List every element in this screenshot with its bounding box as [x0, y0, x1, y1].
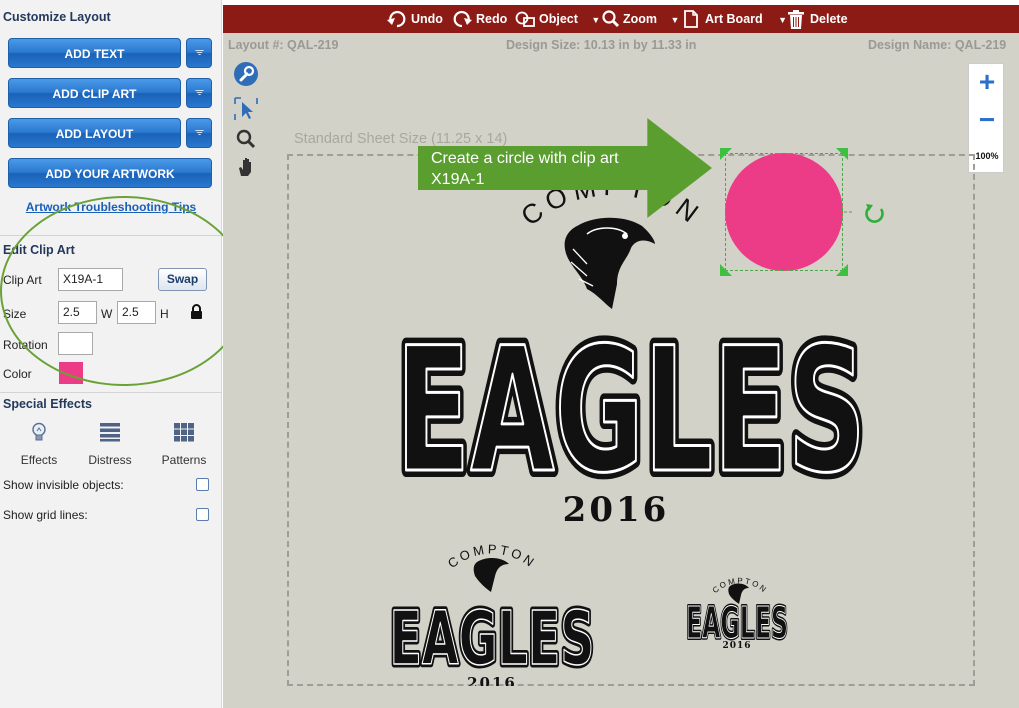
zoom-menu[interactable]: Zoom ▼	[601, 5, 679, 33]
add-clip-art-dropdown-button[interactable]	[186, 78, 212, 108]
chevron-down-icon: ▼	[591, 15, 601, 25]
trash-icon	[788, 10, 804, 29]
lightbulb-icon	[32, 422, 46, 441]
eagle-head-icon	[473, 558, 509, 592]
object-icon	[515, 11, 535, 27]
show-grid-label: Show grid lines:	[3, 508, 88, 522]
selection-handles[interactable]	[718, 146, 853, 281]
sheet-size-label: Standard Sheet Size (11.25 x 14)	[294, 131, 508, 147]
add-clip-art-button[interactable]: ADD CLIP ART	[8, 78, 181, 108]
color-label: Color	[3, 367, 32, 381]
zoom-icon	[602, 10, 620, 28]
divider	[0, 392, 222, 393]
add-your-artwork-button[interactable]: ADD YOUR ARTWORK	[8, 158, 212, 188]
rotate-handle-icon[interactable]	[864, 202, 886, 224]
add-layout-dropdown-button[interactable]	[186, 118, 212, 148]
art-board-icon	[684, 10, 698, 28]
toolbar: Undo Redo Object ▼ Zoom ▼ Art Board ▼ De…	[223, 5, 1019, 33]
patterns-label: Patterns	[161, 453, 207, 467]
undo-icon	[387, 10, 406, 28]
chevron-down-icon: ▼	[778, 15, 788, 25]
distress-button[interactable]: Distress	[80, 422, 140, 467]
redo-icon	[453, 10, 472, 28]
callout-text: Create a circle with clip art X19A-1	[431, 150, 619, 188]
art-board-menu[interactable]: Art Board ▼	[682, 5, 787, 33]
layout-number: Layout #: QAL-219	[228, 38, 339, 52]
effects-label: Effects	[20, 453, 58, 467]
distress-label: Distress	[88, 453, 132, 467]
zoom-out-button[interactable]: −	[969, 104, 1005, 136]
small-left-title: EAGLES	[390, 596, 595, 682]
art-board-label: Art Board	[705, 12, 763, 26]
object-label: Object	[539, 12, 578, 26]
show-grid-checkbox[interactable]	[196, 508, 209, 521]
chevron-down-icon: ▼	[670, 15, 680, 25]
patterns-icon	[174, 423, 194, 442]
zoom-label: Zoom	[623, 12, 658, 26]
customize-layout-title: Customize Layout	[3, 10, 111, 24]
zoom-in-button[interactable]: +	[969, 66, 1005, 98]
wrench-icon[interactable]	[233, 61, 259, 87]
add-text-button[interactable]: ADD TEXT	[8, 38, 181, 68]
design-artwork[interactable]: COMPTON EAGLES EAGLES 2016 COMPTON EAGLE…	[287, 154, 975, 686]
delete-button[interactable]: Delete	[788, 5, 848, 33]
redo-label: Redo	[476, 12, 508, 26]
main-title: EAGLES	[396, 310, 866, 511]
add-text-dropdown-button[interactable]	[186, 38, 212, 68]
highlight-ellipse	[0, 196, 248, 386]
pointer-icon[interactable]	[233, 96, 259, 122]
main-year: 2016	[563, 490, 670, 530]
undo-button[interactable]: Undo	[387, 5, 443, 33]
design-name: Design Name: QAL-219	[868, 38, 1007, 52]
effects-button[interactable]: Effects	[9, 422, 69, 467]
small-right-year: 2016	[722, 641, 751, 651]
delete-label: Delete	[810, 12, 848, 26]
hand-icon[interactable]	[233, 154, 259, 180]
distress-icon	[100, 423, 120, 442]
design-size: Design Size: 10.13 in by 11.33 in	[506, 38, 697, 52]
special-effects-title: Special Effects	[3, 397, 92, 411]
undo-label: Undo	[411, 12, 443, 26]
object-menu[interactable]: Object ▼	[515, 5, 600, 33]
small-left-year: 2016	[467, 674, 517, 686]
patterns-button[interactable]: Patterns	[154, 422, 214, 467]
add-layout-button[interactable]: ADD LAYOUT	[8, 118, 181, 148]
show-invisible-checkbox[interactable]	[196, 478, 209, 491]
show-invisible-label: Show invisible objects:	[3, 478, 124, 492]
redo-button[interactable]: Redo	[452, 5, 507, 33]
eagle-head-icon	[564, 217, 655, 309]
magnifier-icon[interactable]	[233, 127, 259, 153]
